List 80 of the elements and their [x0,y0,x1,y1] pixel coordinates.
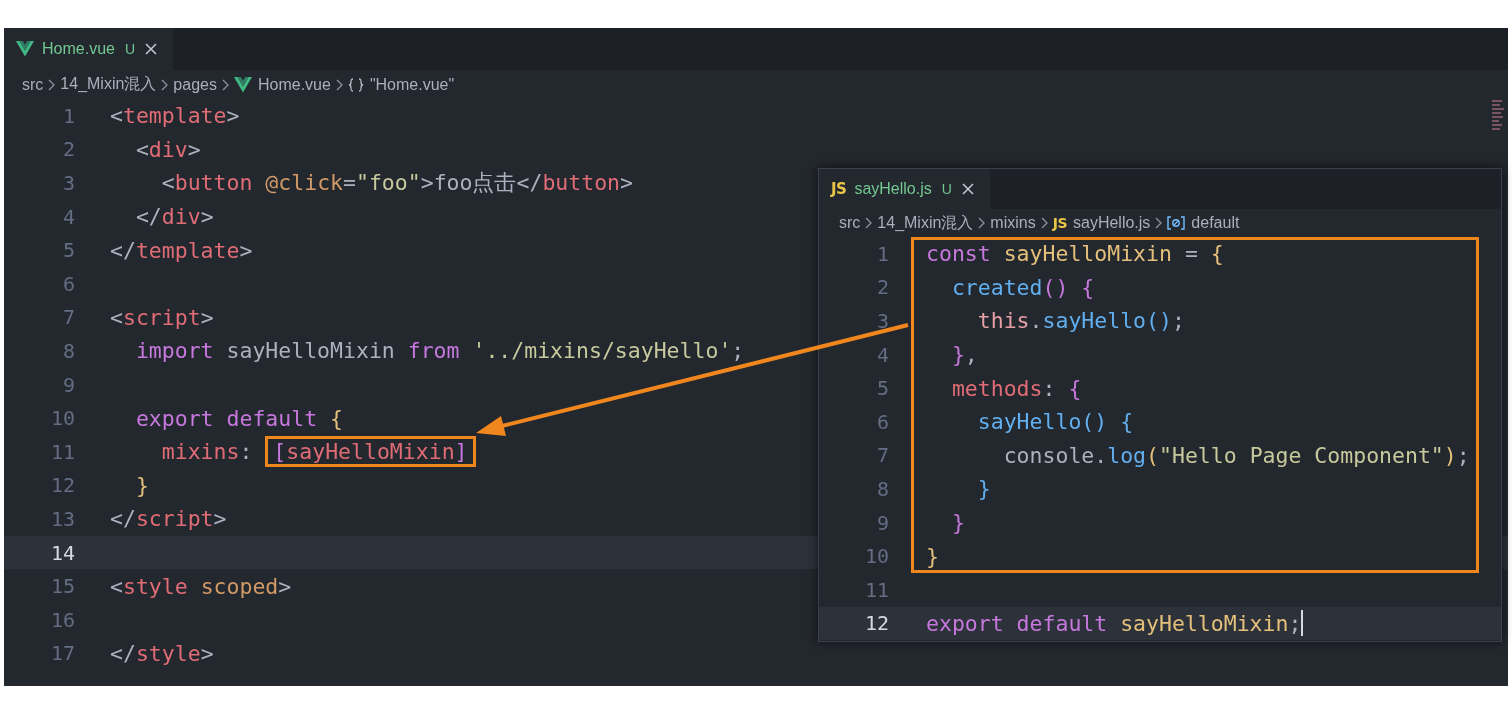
line-number: 6 [875,409,889,434]
breadcrumb-item[interactable]: default [1191,214,1240,232]
line-number: 16 [49,607,75,632]
code-line: <style scoped> [110,572,292,601]
symbol-icon [1167,216,1186,230]
code-line: console.log("Hello Page Component"); [911,438,1479,473]
chevron-right-icon [865,217,873,229]
breadcrumb-item[interactable]: pages [173,75,217,94]
line-number: 10 [49,406,75,431]
chevron-right-icon [161,78,169,91]
code-line: created() { [911,270,1479,305]
line-number: 12 [49,473,75,498]
line-number: 7 [875,443,889,468]
editor-tab[interactable]: JS sayHello.js U [819,169,990,209]
code-line: <button @click="foo">foo点击</button> [160,169,633,198]
line-number: 9 [61,372,75,397]
close-button[interactable] [959,181,976,197]
code-line: </template> [110,236,253,265]
line-number: 3 [61,171,75,195]
breadcrumb-item[interactable]: src [22,75,44,94]
chevron-right-icon [978,217,986,229]
line-number: 1 [61,103,75,128]
editor-tab[interactable]: Home.vue U [4,28,174,70]
line-number: 12 [863,611,889,636]
line-number: 11 [863,577,889,602]
breadcrumb-item[interactable]: src [839,214,861,232]
line-number: 6 [61,271,75,296]
code-line: </script> [110,505,227,534]
line-number: 13 [49,506,75,531]
chevron-right-icon [1155,217,1163,229]
code-line: </style> [110,639,214,668]
close-button[interactable] [143,41,160,57]
line-number: 5 [875,376,889,401]
line-number: 2 [875,275,889,300]
breadcrumb-item[interactable]: 14_Mixin混入 [877,212,974,234]
braces-icon [347,77,364,92]
code-line: methods: { [911,371,1479,405]
line-number: 17 [49,641,75,666]
chevron-right-icon [1040,217,1048,229]
line-number: 3 [875,309,889,333]
code-line: export default { [134,404,343,433]
code-line: } [911,505,1479,540]
code-line: import sayHelloMixin from '../mixins/sayHello'; [134,337,745,366]
js-file-icon: JS [1052,215,1067,231]
chevron-right-icon [335,78,343,91]
line-number: 9 [875,510,889,535]
line-number: 5 [61,238,75,263]
code-line: export default sayHelloMixin; [925,609,1305,639]
breadcrumb-item[interactable]: Home.vue [257,75,331,94]
line-number: 4 [875,342,889,367]
line-number: 10 [863,544,889,569]
breadcrumb-item[interactable]: "Home.vue" [369,75,455,94]
vue-icon [16,41,34,57]
line-number: 11 [49,439,75,464]
code-line: }, [911,337,1479,372]
line-number: 8 [875,476,889,501]
line-number: 4 [61,204,75,229]
code-line: } [911,539,1479,573]
breadcrumb-item[interactable]: sayHello.js [1073,214,1151,232]
line-number: 7 [61,305,75,330]
line-number: 15 [49,574,75,599]
code-line: <template> [110,102,240,131]
code-line: const sayHelloMixin = { [911,237,1479,271]
code-line: <div> [134,135,201,164]
line-number: 1 [875,241,889,266]
chevron-right-icon [221,78,229,91]
line-number: 2 [61,137,75,162]
code-line: } [134,471,149,500]
code-line: sayHello() { [911,404,1479,439]
vue-icon [233,76,252,93]
line-number: 14 [49,540,75,565]
breadcrumb-item[interactable]: mixins [990,214,1036,232]
code-line: } [911,472,1479,506]
line-number: 8 [61,338,75,363]
code-line: </div> [134,203,214,232]
js-file-icon: JS [831,180,847,198]
code-line: <script> [110,303,214,332]
breadcrumb-item[interactable]: 14_Mixin混入 [60,74,157,95]
chevron-right-icon [48,78,56,91]
code-line: this.sayHello(); [911,304,1479,338]
